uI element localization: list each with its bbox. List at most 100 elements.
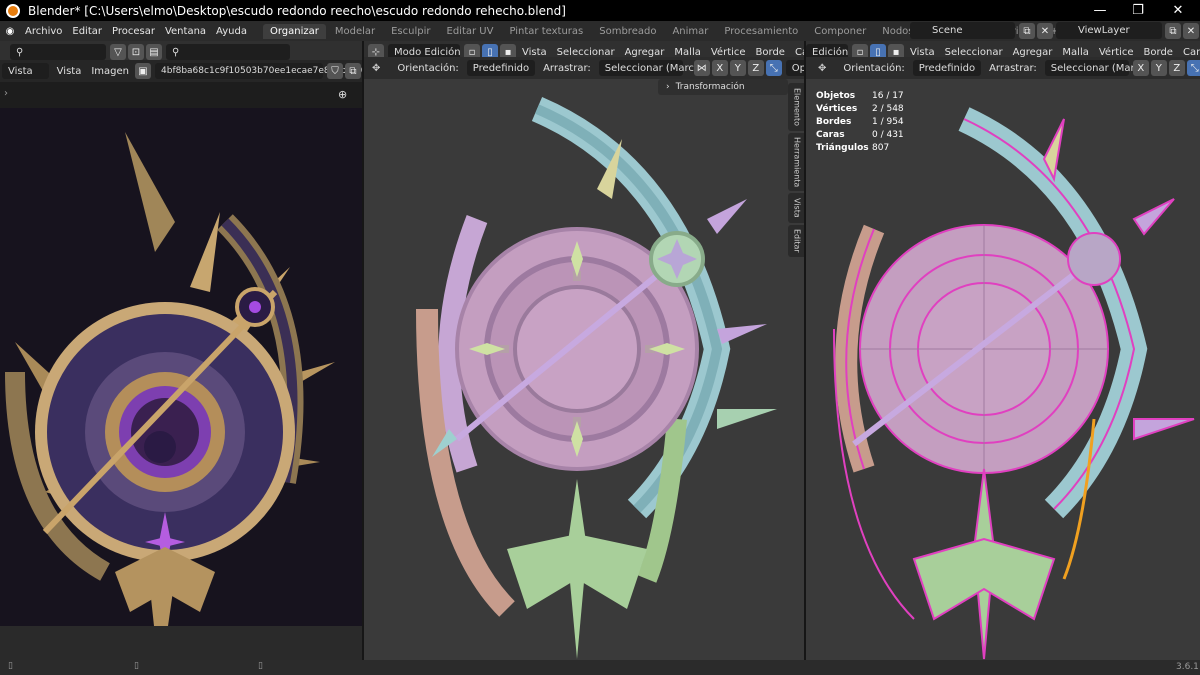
drag-label-right: Arrastrar:	[989, 62, 1037, 74]
sidebar-tab-elemento[interactable]: Elemento	[788, 83, 804, 131]
minimize-button[interactable]: —	[1080, 0, 1120, 21]
mirror-icon[interactable]: ⋈	[693, 60, 710, 76]
vpr-menu-cara[interactable]: Cara	[1178, 47, 1200, 58]
image-menu-imagen[interactable]: Imagen	[86, 66, 134, 77]
transform-pivot-icon-right[interactable]: ✥	[818, 63, 826, 74]
vp-menu-seleccionar[interactable]: Seleccionar	[552, 47, 620, 58]
tab-animar[interactable]: Animar	[665, 24, 715, 39]
search-field-left[interactable]: ⚲	[10, 44, 106, 60]
image-canvas[interactable]: › ⊕ ✋	[0, 82, 362, 660]
tab-procesamiento[interactable]: Procesamiento	[717, 24, 805, 39]
maximize-button[interactable]: ❐	[1118, 0, 1158, 21]
viewlayer-selector[interactable]: ViewLayer	[1056, 22, 1162, 39]
viewport-3d-right[interactable]: Objetos 16 / 17 Vértices 2 / 548 Bordes 1 /…	[806, 79, 1200, 660]
sidebar-tab-editar[interactable]: Editar	[788, 225, 804, 257]
vpr-menu-vertice[interactable]: Vértice	[1094, 47, 1139, 58]
shield-model-solid	[416, 97, 777, 659]
display-mode-icon[interactable]: ▤	[146, 44, 162, 60]
drag-value: Seleccionar (Marco)	[604, 62, 704, 74]
drag-label: Arrastrar:	[543, 62, 591, 74]
image-name-field[interactable]: 4bf8ba68c1c9f10503b70ee1ecae7e87.jpg.001	[155, 63, 362, 79]
mouse-left-icon: ▯	[8, 661, 13, 671]
editor-view-dropdown[interactable]: Vista	[2, 63, 49, 79]
axis-z-button-right[interactable]: Z	[1168, 60, 1185, 76]
image-editor-header: Vista Vista Imagen ▣ 4bf8ba68c1c9f10503b…	[0, 60, 362, 82]
axis-y-button-right[interactable]: Y	[1150, 60, 1167, 76]
menu-archivo[interactable]: Archivo	[20, 26, 67, 37]
delete-viewlayer-icon[interactable]: ✕	[1183, 23, 1199, 39]
vp-menu-cara[interactable]: Cara	[790, 47, 804, 58]
vpr-menu-borde[interactable]: Borde	[1139, 47, 1178, 58]
editor-view-label: Vista	[8, 65, 33, 77]
menu-editar[interactable]: Editar	[67, 26, 107, 37]
tab-componer[interactable]: Componer	[807, 24, 873, 39]
orientation-dropdown[interactable]: Predefinido	[466, 60, 536, 76]
transform-pivot-icon[interactable]: ✥	[372, 63, 380, 74]
window-titlebar: Blender* [C:\Users\elmo\Desktop\escudo r…	[0, 0, 1200, 21]
filter-icon[interactable]: ▽	[110, 44, 126, 60]
new-viewlayer-icon[interactable]: ⧉	[1165, 23, 1181, 39]
tool-header-right: ✥ Orientación: Predefinido Arrastrar: Se…	[806, 57, 1200, 79]
tab-organizar[interactable]: Organizar	[262, 23, 326, 39]
tab-sombreado[interactable]: Sombreado	[592, 24, 663, 39]
snap-icon[interactable]: ⤡	[765, 60, 782, 76]
mode-label: Modo Edición	[394, 46, 461, 58]
axis-z-button[interactable]: Z	[747, 60, 764, 76]
tab-pintar-texturas[interactable]: Pintar texturas	[502, 24, 590, 39]
search-field-right[interactable]: ⚲	[166, 44, 290, 60]
orientation-label: Orientación:	[397, 62, 459, 74]
vp-menu-borde[interactable]: Borde	[751, 47, 790, 58]
scene-selector[interactable]: Scene	[910, 22, 1015, 39]
reference-image	[0, 108, 362, 660]
top-menubar: ◉ Archivo Editar Procesar Ventana Ayuda …	[0, 21, 1200, 41]
axis-x-button-right[interactable]: X	[1132, 60, 1149, 76]
divider-right[interactable]	[804, 41, 806, 660]
new-scene-icon[interactable]: ⧉	[1019, 23, 1035, 39]
tab-esculpir[interactable]: Esculpir	[384, 24, 437, 39]
blender-menu-icon[interactable]: ◉	[0, 26, 20, 37]
vp-menu-vertice[interactable]: Vértice	[706, 47, 751, 58]
orientation-label-right: Orientación:	[843, 62, 905, 74]
version-label: 3.6.1	[1176, 662, 1199, 672]
orientation-value: Predefinido	[472, 62, 530, 74]
divider-left[interactable]	[362, 41, 364, 660]
window-title: Blender* [C:\Users\elmo\Desktop\escudo r…	[28, 3, 566, 18]
menu-procesar[interactable]: Procesar	[107, 26, 160, 37]
close-button[interactable]: ✕	[1158, 0, 1198, 21]
vp-menu-vista[interactable]: Vista	[517, 47, 552, 58]
drag-dropdown[interactable]: Seleccionar (Marco)	[598, 60, 704, 76]
vpr-menu-malla[interactable]: Malla	[1057, 47, 1093, 58]
snap-icon-right[interactable]: ⤡	[1186, 60, 1200, 76]
image-browse-icon[interactable]: ▣	[135, 63, 151, 79]
viewport-3d-middle[interactable]: › Transformación Elemento Herramienta Vi…	[364, 79, 804, 660]
menu-ayuda[interactable]: Ayuda	[211, 26, 252, 37]
viewlayer-name: ViewLayer	[1078, 25, 1130, 36]
drag-dropdown-right[interactable]: Seleccionar (Marco)	[1044, 60, 1150, 76]
image-menu-vista[interactable]: Vista	[52, 66, 87, 77]
axis-x-button[interactable]: X	[711, 60, 728, 76]
new-image-icon[interactable]: ⧉	[345, 63, 361, 79]
image-scroll-area	[0, 626, 362, 660]
mode-label-right: Edición	[812, 46, 849, 58]
delete-scene-icon[interactable]: ✕	[1037, 23, 1053, 39]
axis-y-button[interactable]: Y	[729, 60, 746, 76]
options-label: Opciones	[791, 62, 804, 74]
sidebar-tab-herramienta[interactable]: Herramienta	[788, 133, 804, 191]
scene-name: Scene	[932, 25, 963, 36]
menu-ventana[interactable]: Ventana	[160, 26, 211, 37]
fake-user-icon[interactable]: ⛉	[327, 63, 343, 79]
vpr-menu-agregar[interactable]: Agregar	[1008, 47, 1058, 58]
options-dropdown[interactable]: Opciones	[785, 60, 804, 76]
mouse-right-icon: ▯	[258, 661, 263, 671]
tab-editar-uv[interactable]: Editar UV	[440, 24, 501, 39]
sync-icon[interactable]: ⊡	[128, 44, 144, 60]
sidebar-tab-vista[interactable]: Vista	[788, 193, 804, 223]
tab-modelar[interactable]: Modelar	[328, 24, 382, 39]
status-bar: ▯ ▯ ▯ 3.6.1	[0, 660, 1200, 675]
vp-menu-malla[interactable]: Malla	[669, 47, 705, 58]
vpr-menu-vista[interactable]: Vista	[905, 47, 940, 58]
shield-model-wireframe	[833, 107, 1195, 660]
vpr-menu-seleccionar[interactable]: Seleccionar	[940, 47, 1008, 58]
vp-menu-agregar[interactable]: Agregar	[620, 47, 670, 58]
orientation-dropdown-right[interactable]: Predefinido	[912, 60, 982, 76]
